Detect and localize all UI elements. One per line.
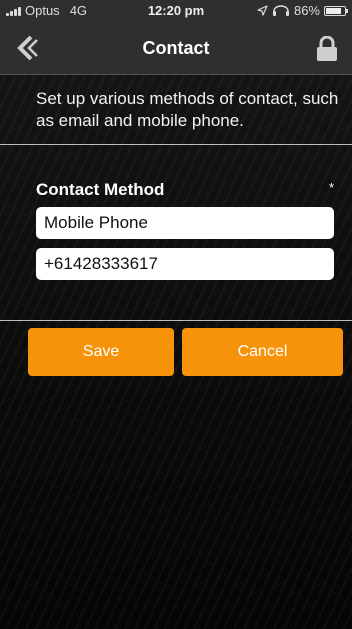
location-icon: [257, 5, 268, 16]
contact-method-label: Contact Method: [36, 180, 165, 199]
intro-text: Set up various methods of contact, such …: [36, 89, 339, 130]
divider-top: [0, 144, 352, 145]
status-bar: Optus 4G 12:20 pm 86%: [0, 0, 352, 22]
lock-icon: [317, 36, 337, 61]
required-marker: *: [328, 180, 334, 195]
save-button[interactable]: Save: [28, 328, 174, 376]
contact-method-select[interactable]: Mobile Phone: [36, 207, 334, 239]
cancel-button[interactable]: Cancel: [182, 328, 343, 376]
battery-icon: [324, 5, 348, 16]
lock-button[interactable]: [316, 36, 338, 62]
contact-value-input[interactable]: +61428333617: [36, 248, 334, 280]
divider-bottom: [0, 320, 352, 321]
battery-percent: 86%: [293, 3, 320, 18]
nav-bar: Contact: [0, 22, 352, 75]
headphones-icon: [272, 5, 289, 16]
status-right: 86%: [257, 3, 348, 18]
page-title: Contact: [142, 38, 210, 58]
